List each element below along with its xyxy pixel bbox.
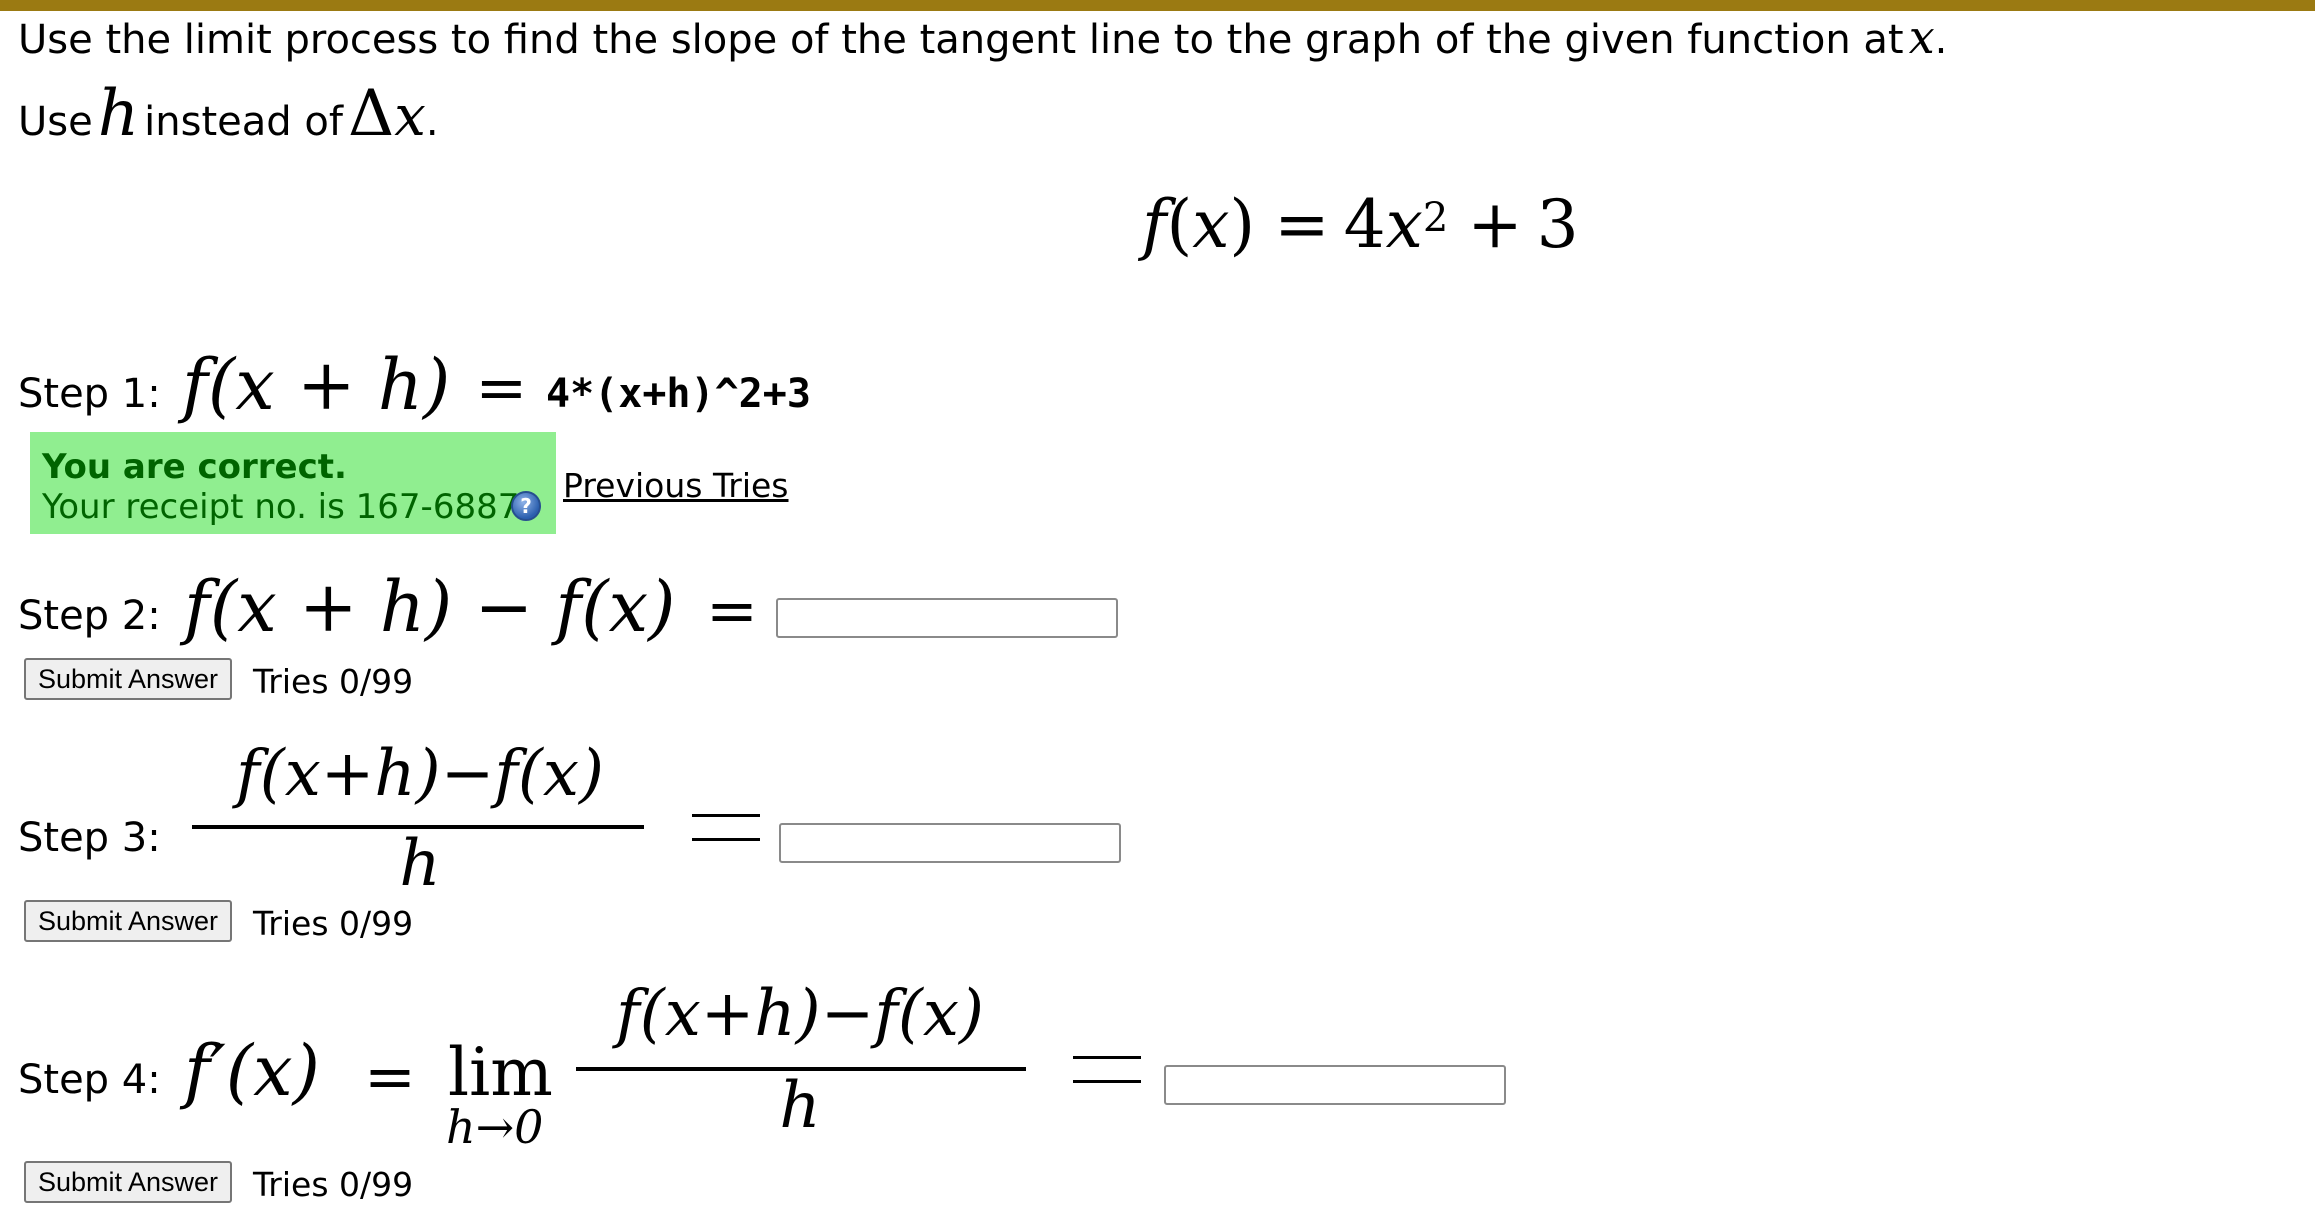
step4-submit-button[interactable]: Submit Answer xyxy=(24,1161,232,1203)
instructions-delta: Δ xyxy=(348,77,395,151)
function-exponent: 2 xyxy=(1422,194,1449,241)
help-icon[interactable]: ? xyxy=(511,491,541,521)
function-var: x xyxy=(1385,186,1423,263)
step2-equals: = xyxy=(706,574,758,647)
instructions-period: . xyxy=(1934,17,1948,63)
function-coef: 4 xyxy=(1343,186,1386,263)
step3-tries-count: Tries 0/99 xyxy=(253,904,414,943)
function-plus: + xyxy=(1467,186,1523,263)
function-f: f xyxy=(1142,186,1167,263)
step3-equals-top xyxy=(692,814,760,817)
instructions-delta-x: x xyxy=(394,84,426,149)
step4-answer-input[interactable] xyxy=(1164,1065,1506,1105)
step1-feedback-title: You are correct. xyxy=(42,447,347,487)
step1-expression: f(x + h) = xyxy=(182,350,527,420)
step1-equals: = xyxy=(475,351,528,424)
step1-args: (x + h) xyxy=(207,344,451,426)
top-accent-bar xyxy=(0,0,2315,11)
step4-lim-subscript: h→0 xyxy=(446,1100,544,1154)
function-display: f(x) = 4x2 +3 xyxy=(1142,192,1579,258)
step2-expression: f(x + h) − f(x) xyxy=(184,566,676,648)
previous-tries-link[interactable]: Previous Tries xyxy=(563,466,789,505)
step4-equals-top xyxy=(1073,1056,1141,1059)
step1-label: Step 1: xyxy=(18,371,161,417)
instructions-var-h: h xyxy=(97,77,140,151)
step3-answer-input[interactable] xyxy=(779,823,1121,863)
instructions-use: Use xyxy=(18,99,93,145)
step2-answer-input[interactable] xyxy=(776,598,1118,638)
step2-tries-count: Tries 0/99 xyxy=(253,662,414,701)
step3-denominator: h xyxy=(399,827,441,901)
instructions-instead-of: instead of xyxy=(144,99,343,145)
step4-equals-bottom xyxy=(1073,1080,1141,1083)
step1-feedback-box: You are correct. Your receipt no. is 167… xyxy=(30,432,556,534)
function-rparen: ) xyxy=(1229,186,1256,263)
instructions-line-1: Use the limit process to find the slope … xyxy=(18,14,1947,60)
step4-lhs: f′(x) xyxy=(184,1030,320,1112)
function-lparen: ( xyxy=(1166,186,1193,263)
step1-submitted-answer: 4*(x+h)^2+3 xyxy=(546,371,811,417)
instructions-line-2: Use h instead of Δx. xyxy=(18,82,439,146)
function-equals: = xyxy=(1274,186,1330,263)
step3-equals-bottom xyxy=(692,838,760,841)
step3-numerator: f(x+h)−f(x) xyxy=(236,737,604,811)
instructions-var-x: x xyxy=(1908,10,1935,64)
step1-f: f xyxy=(182,344,208,426)
step4-tries-count: Tries 0/99 xyxy=(253,1165,414,1204)
instructions-period-2: . xyxy=(425,99,439,145)
step4-equals: = xyxy=(364,1040,416,1113)
step2-label: Step 2: xyxy=(18,593,161,639)
instructions-text: Use the limit process to find the slope … xyxy=(18,17,1904,63)
step4-lim: lim xyxy=(448,1034,553,1111)
step4-label: Step 4: xyxy=(18,1057,161,1103)
step2-submit-button[interactable]: Submit Answer xyxy=(24,658,232,700)
function-const: 3 xyxy=(1536,186,1579,263)
step1-receipt-number: Your receipt no. is 167-6887 xyxy=(42,487,520,527)
step3-label: Step 3: xyxy=(18,815,161,861)
step3-submit-button[interactable]: Submit Answer xyxy=(24,900,232,942)
function-x: x xyxy=(1192,186,1230,263)
step4-numerator: f(x+h)−f(x) xyxy=(616,977,984,1051)
step4-denominator: h xyxy=(779,1069,821,1143)
